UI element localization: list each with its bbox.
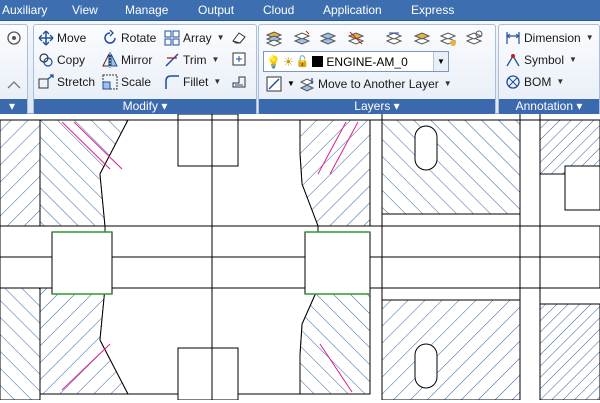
array-dropdown-icon[interactable]: ▼ xyxy=(217,33,225,42)
copy-button[interactable]: Copy xyxy=(38,50,85,69)
copy-label: Copy xyxy=(57,52,86,67)
copy-icon xyxy=(38,52,54,68)
rotate-label: Rotate xyxy=(121,30,157,45)
fillet-icon xyxy=(164,74,180,90)
unlock-icon[interactable]: 🔓 xyxy=(296,55,310,68)
tab-view[interactable]: View xyxy=(72,3,98,17)
layer-lock-icon[interactable] xyxy=(439,29,457,47)
sun-icon[interactable]: ☀ xyxy=(283,55,294,69)
slot-top xyxy=(414,125,438,171)
array-icon xyxy=(164,30,180,46)
scale-label: Scale xyxy=(121,74,152,89)
trim-dropdown-icon[interactable]: ▼ xyxy=(212,55,220,64)
far-right-pocket xyxy=(564,165,600,211)
array-button[interactable]: Array ▼ xyxy=(164,28,225,47)
modify-panel-title[interactable]: Modify ▾ xyxy=(34,99,256,114)
dimension-dropdown-icon[interactable]: ▼ xyxy=(586,33,594,42)
move-to-layer-dropdown-icon[interactable]: ▼ xyxy=(444,79,452,88)
clipped-panel: ▾ xyxy=(0,24,28,114)
move-label: Move xyxy=(57,30,87,45)
layer-freeze-icon[interactable] xyxy=(319,29,337,47)
move-to-another-layer-label: Move to Another Layer xyxy=(318,76,439,91)
symbol-icon xyxy=(505,52,521,68)
bom-button[interactable]: BOM ▼ xyxy=(505,72,564,91)
ribbon: ▾ Move Rotate Array ▼ Copy Mirror Trim ▼… xyxy=(0,21,600,114)
bottom-key xyxy=(177,347,239,401)
current-layer-name: ENGINE-AM_0 xyxy=(326,54,408,69)
rotate-icon xyxy=(102,29,118,46)
trim-label: Trim xyxy=(183,52,207,67)
slot-bottom xyxy=(414,343,438,389)
layers-panel-title[interactable]: Layers ▾ xyxy=(259,99,495,114)
bom-label: BOM xyxy=(524,74,552,89)
array-label: Array xyxy=(183,30,212,45)
layer-unlock-icon[interactable] xyxy=(465,29,483,47)
symbol-button[interactable]: Symbol ▼ xyxy=(505,50,577,69)
lightbulb-icon[interactable]: 💡 xyxy=(266,55,281,69)
move-to-layer-icon xyxy=(299,76,315,92)
annotation-panel-title[interactable]: Annotation ▾ xyxy=(499,99,599,114)
explode-icon[interactable] xyxy=(230,50,248,68)
make-current-icon[interactable] xyxy=(265,75,283,93)
drawing-canvas[interactable] xyxy=(0,113,600,401)
fillet-button[interactable]: Fillet ▼ xyxy=(164,72,221,91)
scale-button[interactable]: Scale xyxy=(102,72,151,91)
tab-cloud[interactable]: Cloud xyxy=(263,3,294,17)
bom-dropdown-icon[interactable]: ▼ xyxy=(556,77,564,86)
make-current-dropdown-icon[interactable]: ▼ xyxy=(287,79,295,88)
mirror-button[interactable]: Mirror xyxy=(102,50,152,69)
move-icon xyxy=(38,30,54,46)
calculator-icon[interactable] xyxy=(5,29,23,47)
tab-application[interactable]: Application xyxy=(323,3,382,17)
fillet-dropdown-icon[interactable]: ▼ xyxy=(213,77,221,86)
chevron-down-icon[interactable]: ▼ xyxy=(433,52,448,71)
left-housing-bottom xyxy=(0,287,41,401)
ribbon-tab-bar: Auxiliary View Manage Output Cloud Appli… xyxy=(0,0,600,21)
tab-auxiliary[interactable]: Auxiliary xyxy=(2,3,47,17)
tab-express[interactable]: Express xyxy=(411,3,454,17)
layer-dropdown[interactable]: 💡 ☀ 🔓 ENGINE-AM_0 ▼ xyxy=(263,51,449,72)
cad-drawing[interactable] xyxy=(0,113,600,401)
tab-output[interactable]: Output xyxy=(198,3,234,17)
dimension-label: Dimension xyxy=(524,30,581,45)
trim-icon xyxy=(164,52,180,68)
modify-panel: Move Rotate Array ▼ Copy Mirror Trim ▼ S… xyxy=(33,24,257,114)
move-to-another-layer-button[interactable]: Move to Another Layer ▼ xyxy=(299,74,452,93)
fillet-label: Fillet xyxy=(183,74,209,89)
right-thread-pin xyxy=(304,231,371,295)
layer-previous-icon[interactable] xyxy=(413,29,431,47)
stretch-icon xyxy=(38,73,54,90)
mirror-label: Mirror xyxy=(121,52,153,67)
rotate-button[interactable]: Rotate xyxy=(102,28,156,47)
annotation-panel: Dimension ▼ Symbol ▼ BOM ▼ Annotation ▾ xyxy=(498,24,600,114)
symbol-label: Symbol xyxy=(524,52,565,67)
symbol-dropdown-icon[interactable]: ▼ xyxy=(569,55,577,64)
scale-icon xyxy=(102,74,118,90)
offset-icon[interactable] xyxy=(230,72,248,90)
clipped-panel-title[interactable]: ▾ xyxy=(0,99,27,114)
chevron-icon[interactable] xyxy=(5,75,23,93)
tab-manage[interactable]: Manage xyxy=(125,3,168,17)
trim-button[interactable]: Trim ▼ xyxy=(164,50,219,69)
right-housing-top xyxy=(381,119,521,215)
move-button[interactable]: Move xyxy=(38,28,86,47)
layer-isolate-icon[interactable] xyxy=(293,29,311,47)
top-key xyxy=(177,113,239,167)
layer-match-icon[interactable] xyxy=(385,29,403,47)
layer-properties-icon[interactable] xyxy=(265,29,283,47)
layer-off-icon[interactable] xyxy=(347,29,365,47)
stretch-button[interactable]: Stretch xyxy=(38,72,95,91)
mirror-icon xyxy=(102,51,118,68)
layers-panel: 💡 ☀ 🔓 ENGINE-AM_0 ▼ ▼ Move to Another La… xyxy=(258,24,496,114)
dimension-icon xyxy=(505,30,521,46)
dimension-button[interactable]: Dimension ▼ xyxy=(505,28,594,47)
layer-color-swatch xyxy=(312,56,324,67)
bom-icon xyxy=(505,74,521,90)
left-thread-pin xyxy=(51,231,113,295)
left-housing-top xyxy=(0,119,41,227)
stretch-label: Stretch xyxy=(57,74,96,89)
far-right-bottom xyxy=(539,303,600,401)
right-housing-bottom xyxy=(381,299,521,401)
erase-icon[interactable] xyxy=(230,28,248,46)
